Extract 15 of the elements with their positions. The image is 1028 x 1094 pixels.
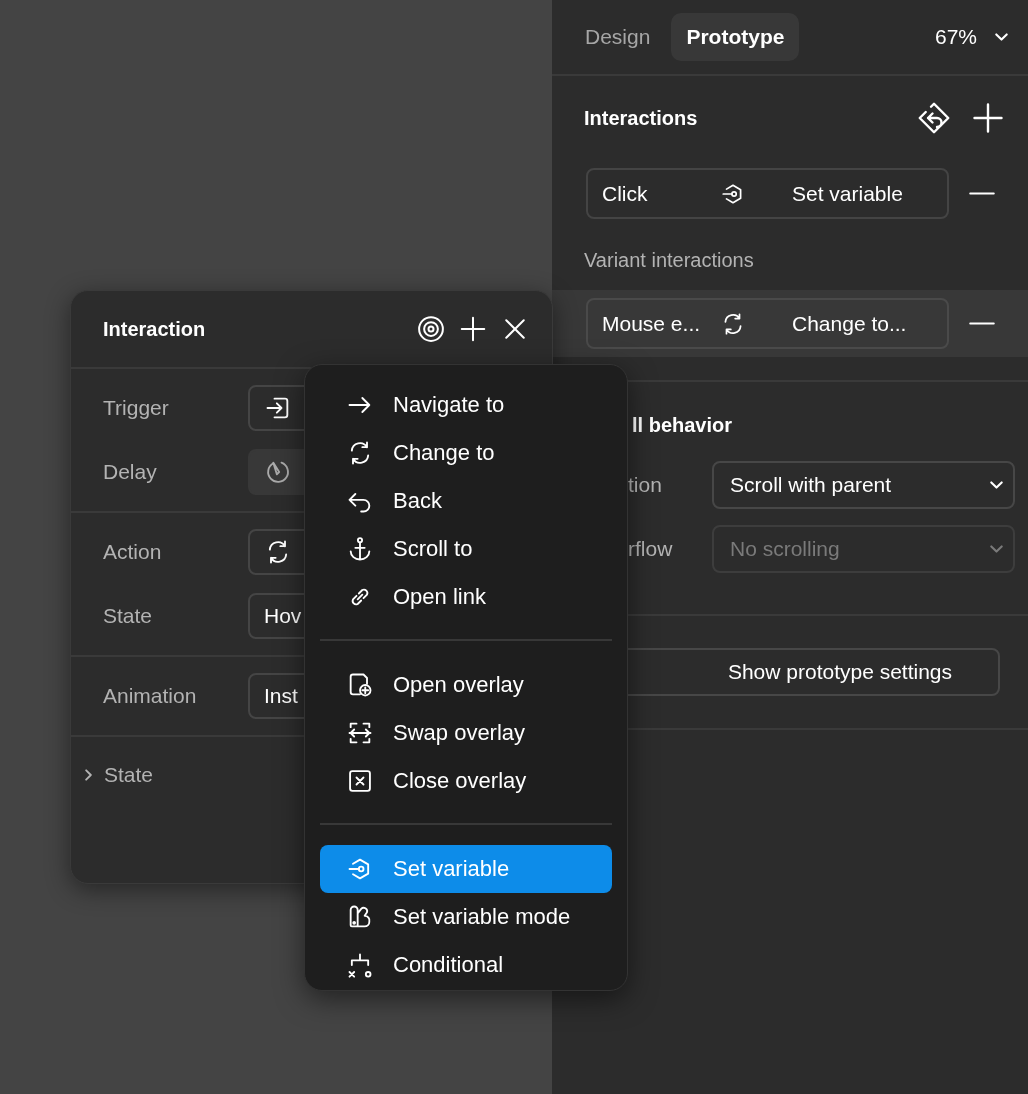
field-label: rflow (627, 537, 674, 561)
action-label: Change to... (792, 311, 907, 336)
action-label: Set variable (792, 181, 903, 206)
field-label: Action (102, 540, 163, 564)
trigger-label: Click (602, 181, 649, 206)
section-title: Interactions (584, 106, 698, 130)
section-subtitle: Variant interactions (583, 248, 755, 273)
field-label: Trigger (102, 396, 170, 420)
field-label: Delay (102, 460, 158, 484)
trigger-label: Mouse e... (602, 311, 702, 336)
section-title: ll behavior (631, 414, 734, 437)
field-label: tion (627, 473, 663, 497)
field-label: Animation (102, 684, 198, 708)
popup-title: Interaction (103, 317, 206, 341)
field-label: State (102, 604, 154, 628)
